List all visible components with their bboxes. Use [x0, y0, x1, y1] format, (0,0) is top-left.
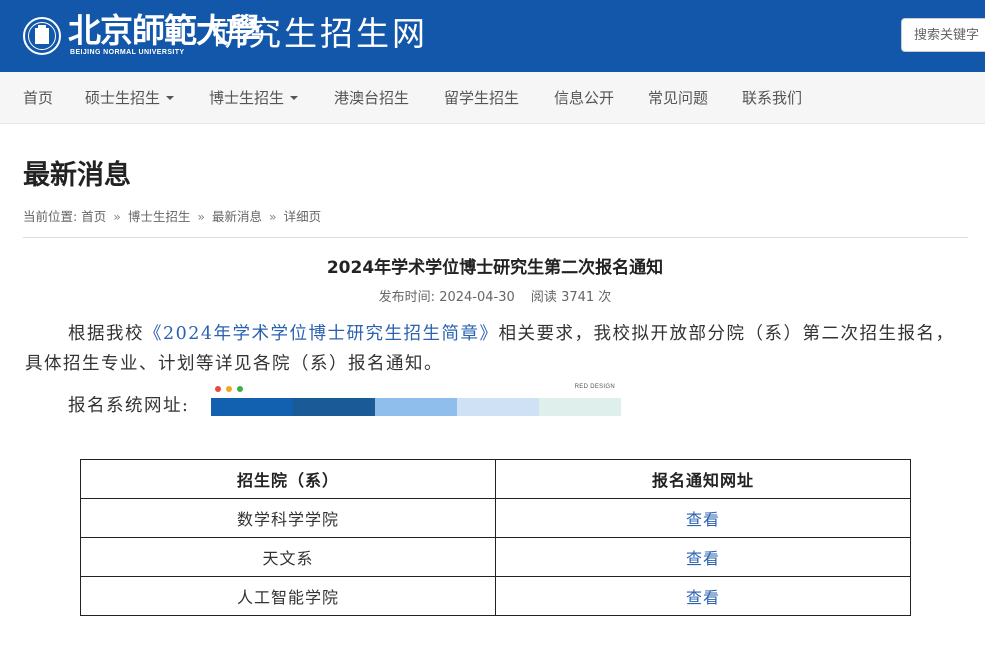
breadcrumb-separator: » — [113, 209, 121, 224]
views-label: 阅读 — [530, 290, 557, 305]
view-link[interactable]: 查看 — [686, 588, 720, 607]
breadcrumb-current: 详细页 — [283, 209, 322, 224]
department-name: 数学科学学院 — [80, 498, 496, 538]
nav-item-faq[interactable]: 常见问题 — [648, 72, 708, 124]
breadcrumb-doctoral[interactable]: 博士生招生 — [128, 209, 191, 224]
views-count: 3741 — [561, 290, 595, 305]
admissions-brochure-link[interactable]: 《2024年学术学位博士研究生招生简章》 — [144, 324, 499, 344]
breadcrumb-home[interactable]: 首页 — [81, 209, 106, 224]
notice-cell: 查看 — [495, 537, 911, 577]
search-input[interactable] — [901, 18, 985, 52]
caret-down-icon — [166, 95, 175, 100]
page-title: 最新消息 — [23, 160, 131, 191]
department-name: 天文系 — [80, 537, 496, 577]
department-table: 招生院（系） 报名通知网址 数学科学学院 查看 天文系 查看 人工智能学院 查看 — [80, 459, 911, 616]
published-date: 2024-04-30 — [439, 290, 515, 305]
color-swatch — [211, 398, 293, 416]
image-caption: RED DESIGN — [574, 384, 615, 390]
table-row: 天文系 查看 — [80, 537, 911, 577]
article-meta: 发布时间: 2024-04-30 阅读 3741 次 — [0, 288, 985, 308]
view-link[interactable]: 查看 — [686, 510, 720, 529]
nav-item-doctoral-admissions[interactable]: 博士生招生 — [209, 72, 299, 124]
green-dot-icon — [237, 386, 243, 392]
registration-url-image[interactable]: RED DESIGN — [211, 382, 621, 418]
color-swatch — [457, 398, 539, 416]
university-logo-english: BEIJING NORMAL UNIVERSITY — [70, 49, 185, 56]
university-seal-icon[interactable] — [23, 17, 61, 55]
registration-url-label: 报名系统网址: — [68, 396, 190, 416]
yellow-dot-icon — [226, 386, 232, 392]
site-name[interactable]: 研究生招生网 — [212, 14, 428, 54]
column-header-notice-url: 报名通知网址 — [495, 459, 911, 499]
breadcrumb-news[interactable]: 最新消息 — [212, 209, 262, 224]
notice-cell: 查看 — [495, 498, 911, 538]
nav-item-home[interactable]: 首页 — [23, 72, 53, 124]
view-link[interactable]: 查看 — [686, 549, 720, 568]
column-header-department: 招生院（系） — [80, 459, 496, 499]
red-dot-icon — [215, 386, 221, 392]
table-row: 数学科学学院 查看 — [80, 498, 911, 538]
views-unit: 次 — [598, 290, 612, 305]
breadcrumb-separator: » — [197, 209, 205, 224]
article-title: 2024年学术学位博士研究生第二次报名通知 — [326, 258, 664, 278]
notice-cell: 查看 — [495, 576, 911, 616]
nav-item-hk-macao-taiwan[interactable]: 港澳台招生 — [334, 72, 409, 124]
nav-item-international[interactable]: 留学生招生 — [444, 72, 519, 124]
site-header: 北京師範大學 BEIJING NORMAL UNIVERSITY 研究生招生网 — [0, 0, 985, 72]
divider — [23, 237, 968, 238]
nav-item-contact[interactable]: 联系我们 — [742, 72, 802, 124]
color-swatch — [539, 398, 621, 416]
department-name: 人工智能学院 — [80, 576, 496, 616]
breadcrumb-separator: » — [268, 209, 277, 224]
breadcrumb: 当前位置: 首页 » 博士生招生 » 最新消息 » 详细页 — [23, 207, 321, 227]
table-header-row: 招生院（系） 报名通知网址 — [80, 459, 911, 499]
published-label: 发布时间: — [378, 290, 436, 305]
table-row: 人工智能学院 查看 — [80, 576, 911, 616]
article-paragraph: 根据我校《2024年学术学位博士研究生招生简章》相关要求，我校拟开放部分院（系）… — [25, 324, 955, 374]
breadcrumb-prefix: 当前位置: — [23, 209, 78, 224]
nav-item-master-admissions[interactable]: 硕士生招生 — [85, 72, 175, 124]
main-nav: 首页 硕士生招生 博士生招生 港澳台招生 留学生招生 信息公开 常见问题 联系我… — [0, 72, 985, 124]
nav-item-info-disclosure[interactable]: 信息公开 — [554, 72, 614, 124]
color-swatch — [293, 398, 375, 416]
color-swatch — [375, 398, 457, 416]
caret-down-icon — [290, 95, 299, 100]
